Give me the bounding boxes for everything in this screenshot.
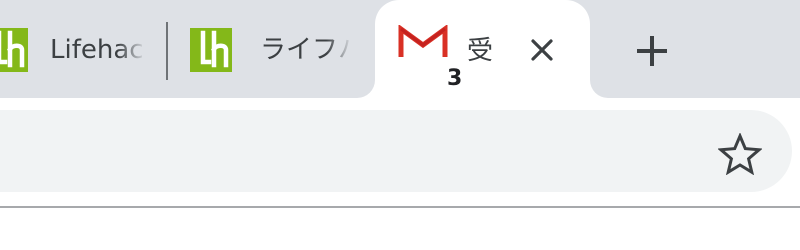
tab-title: ライフハッカー — [260, 35, 352, 65]
new-tab-button[interactable] — [630, 29, 674, 73]
unread-count-badge: 3 — [447, 66, 463, 91]
gmail-icon: 3 — [398, 25, 462, 90]
lifehacker-lh-icon — [0, 28, 28, 72]
bookmark-button[interactable] — [714, 130, 766, 178]
plus-icon — [637, 36, 667, 66]
lifehacker-lh-icon — [190, 28, 232, 72]
tab-gmail-active[interactable]: 3 受 — [375, 0, 590, 98]
browser-window: Lifehacker ライフハッカー 3 受 — [0, 0, 800, 250]
star-icon — [718, 133, 762, 175]
tab-lifehacker[interactable]: Lifehacker — [0, 0, 165, 98]
tab-title: Lifehacker — [50, 35, 146, 65]
tab-lifehacker-jp[interactable]: ライフハッカー — [168, 0, 358, 98]
close-tab-button[interactable] — [525, 33, 559, 67]
address-bar[interactable] — [0, 110, 792, 192]
close-icon — [531, 39, 553, 61]
toolbar — [0, 98, 800, 206]
tab-strip: Lifehacker ライフハッカー 3 受 — [0, 0, 800, 98]
toolbar-divider — [0, 206, 800, 208]
tab-title: 受 — [467, 36, 494, 66]
